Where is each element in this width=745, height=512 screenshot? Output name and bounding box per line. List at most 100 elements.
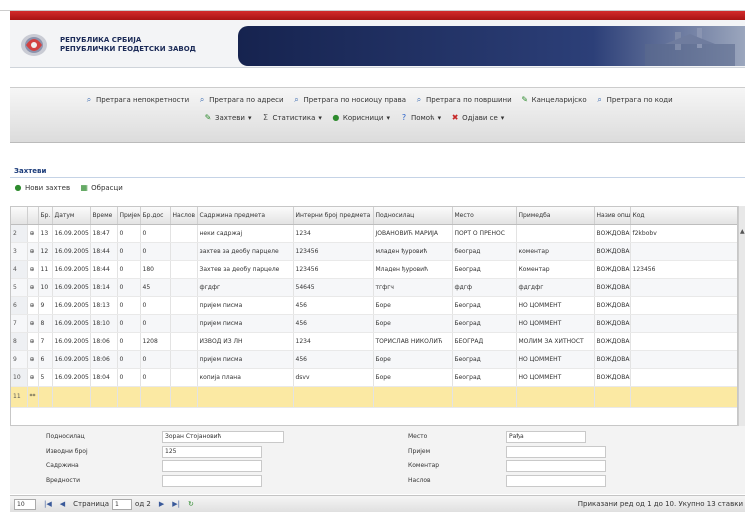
page-number-input[interactable]: 1 xyxy=(112,498,133,510)
page-size-select[interactable]: 10 xyxy=(14,498,36,510)
expand-icon[interactable]: ⊕ xyxy=(27,368,39,387)
table-row[interactable]: 8 ⊕ 7 16.09.2005 18:06 0 1208 ИЗВОД ИЗ ЛН 1234 ТО… xyxy=(11,332,737,351)
column-header[interactable] xyxy=(27,207,39,225)
new-request-button[interactable]: ● Нови захтев xyxy=(14,184,71,193)
column-header[interactable]: Датум xyxy=(52,207,91,225)
prev-page-icon[interactable]: ◀ xyxy=(60,500,65,508)
table-cell: Београд xyxy=(452,296,517,315)
expand-icon[interactable]: ⊕ xyxy=(27,260,39,279)
expand-icon[interactable]: ⊕ xyxy=(27,278,39,297)
first-page-icon[interactable]: |◀ xyxy=(44,500,52,508)
menu-item-row1-3[interactable]: ⌕ Претрага по површини xyxy=(415,96,512,105)
table-cell: ЈОВАНОВИЋ МАРИЈА xyxy=(373,224,453,243)
form-input[interactable]: Зоран Стојановић xyxy=(162,431,284,443)
column-header[interactable]: Подносилац xyxy=(373,207,453,225)
table-cell[interactable] xyxy=(452,386,517,408)
form-input[interactable] xyxy=(162,460,262,472)
menu-item-row2-0[interactable]: ✎ Захтеви ▾ xyxy=(204,114,252,123)
menu-item-row1-2[interactable]: ⌕ Претрага по носиоцу права xyxy=(293,95,406,105)
menu-item-row2-2[interactable]: ● Корисници ▾ xyxy=(332,113,390,123)
new-row[interactable]: 11 ** xyxy=(11,386,737,408)
table-row[interactable]: 9 ⊕ 6 16.09.2005 18:06 0 0 пријем писма 456 Боре Б… xyxy=(11,350,737,369)
table-cell: 0 xyxy=(117,242,141,261)
column-header[interactable]: Код xyxy=(630,207,737,225)
table-cell: 18:06 xyxy=(90,332,118,351)
table-cell: 5 xyxy=(38,368,53,387)
table-cell[interactable] xyxy=(38,386,53,408)
menu-item-row2-4[interactable]: ✖ Одјави се ▾ xyxy=(451,114,505,123)
table-cell xyxy=(630,368,737,387)
form-input[interactable] xyxy=(162,475,262,487)
table-cell[interactable] xyxy=(117,386,141,408)
table-cell xyxy=(630,350,737,369)
expand-icon[interactable]: ⊕ xyxy=(27,296,39,315)
menu-item-row2-3[interactable]: ? Помоћ ▾ xyxy=(400,114,441,123)
paging-status: Приказани ред од 1 до 10. Укупно 13 став… xyxy=(577,500,743,508)
menu-item-row1-1[interactable]: ⌕ Претрага по адреси xyxy=(198,96,284,105)
expand-icon[interactable]: ⊕ xyxy=(27,224,39,243)
table-row[interactable]: 2 ⊕ 13 16.09.2005 18:47 0 0 неки садржај 1234 ЈОВ… xyxy=(11,224,737,243)
table-cell[interactable] xyxy=(90,386,118,408)
form-label: Вредности xyxy=(46,477,81,484)
form-input[interactable] xyxy=(506,446,606,458)
column-header[interactable]: Назив општине xyxy=(594,207,631,225)
column-header[interactable]: Садржина предмета xyxy=(197,207,294,225)
table-cell: ВОЖДОВАЦ xyxy=(594,242,631,261)
table-cell: 456 xyxy=(293,296,374,315)
table-cell: 1234 xyxy=(293,224,374,243)
table-cell[interactable] xyxy=(197,386,294,408)
table-cell[interactable] xyxy=(140,386,171,408)
table-cell: тгфгч xyxy=(373,278,453,297)
last-page-icon[interactable]: ▶| xyxy=(172,500,180,508)
column-header[interactable] xyxy=(11,207,28,225)
table-cell[interactable] xyxy=(293,386,374,408)
grid-scrollbar[interactable]: ▲ xyxy=(738,206,745,426)
expand-icon[interactable]: ⊕ xyxy=(27,350,39,369)
column-header[interactable]: Пријем xyxy=(117,207,141,225)
form-input[interactable]: Рађа xyxy=(506,431,586,443)
table-cell[interactable] xyxy=(630,386,737,408)
table-row[interactable]: 5 ⊕ 10 16.09.2005 18:14 0 45 фгдфг 54645 тгфгч фдг… xyxy=(11,278,737,297)
menu-item-row1-5[interactable]: ⌕ Претрага по коди xyxy=(596,96,672,105)
table-cell: 0 xyxy=(140,296,171,315)
form-label: Место xyxy=(408,433,428,440)
menu-item-row1-4[interactable]: ✎ Канцеларијско xyxy=(521,96,586,105)
table-row[interactable]: 4 ⊕ 11 16.09.2005 18:44 0 180 Захтев за деобу п… xyxy=(11,260,737,279)
form-label: Наслов xyxy=(408,477,431,484)
column-header[interactable]: Место xyxy=(452,207,517,225)
column-header[interactable]: Примедба xyxy=(516,207,595,225)
menu-item-label: Одјави се xyxy=(462,114,498,122)
refresh-icon[interactable]: ↻ xyxy=(188,500,194,508)
column-header[interactable]: Бр. xyxy=(38,207,53,225)
table-cell[interactable] xyxy=(170,386,198,408)
scroll-up-icon[interactable]: ▲ xyxy=(740,228,745,235)
table-row[interactable]: 3 ⊕ 12 16.09.2005 18:44 0 0 захтев за деобу пар… xyxy=(11,242,737,261)
form-label: Подносилац xyxy=(46,433,85,440)
menu-item-row1-0[interactable]: ⌕ Претрага непокретности xyxy=(85,96,189,105)
next-page-icon[interactable]: ▶ xyxy=(159,500,164,508)
form-input[interactable] xyxy=(506,475,606,487)
table-cell[interactable] xyxy=(373,386,453,408)
expand-icon[interactable]: ⊕ xyxy=(27,332,39,351)
column-header[interactable]: Време xyxy=(90,207,118,225)
form-input[interactable] xyxy=(506,460,606,472)
forms-button[interactable]: ▦ Обрасци xyxy=(80,184,123,193)
search-icon: ⌕ xyxy=(294,95,299,104)
table-cell[interactable] xyxy=(594,386,631,408)
table-row[interactable]: 7 ⊕ 8 16.09.2005 18:10 0 0 пријем писма 456 Боре Б… xyxy=(11,314,737,333)
form-input[interactable]: 125 xyxy=(162,446,262,458)
expand-icon[interactable]: ⊕ xyxy=(27,242,39,261)
table-cell: 123456 xyxy=(293,242,374,261)
table-row[interactable]: 10 ⊕ 5 16.09.2005 18:04 0 0 копија плана dsvv Бор… xyxy=(11,368,737,387)
table-cell: Београд xyxy=(452,350,517,369)
menu-item-row2-1[interactable]: Σ Статистика ▾ xyxy=(262,114,322,123)
column-header[interactable]: Бр.дос xyxy=(140,207,171,225)
table-cell[interactable] xyxy=(516,386,595,408)
table-cell[interactable] xyxy=(52,386,91,408)
column-header[interactable]: Наслов xyxy=(170,207,198,225)
column-header[interactable]: Интерни број предмета xyxy=(293,207,374,225)
table-row[interactable]: 6 ⊕ 9 16.09.2005 18:13 0 0 пријем писма 456 Боре Б… xyxy=(11,296,737,315)
table-cell: 0 xyxy=(117,260,141,279)
users-icon: ● xyxy=(332,113,340,122)
expand-icon[interactable]: ⊕ xyxy=(27,314,39,333)
